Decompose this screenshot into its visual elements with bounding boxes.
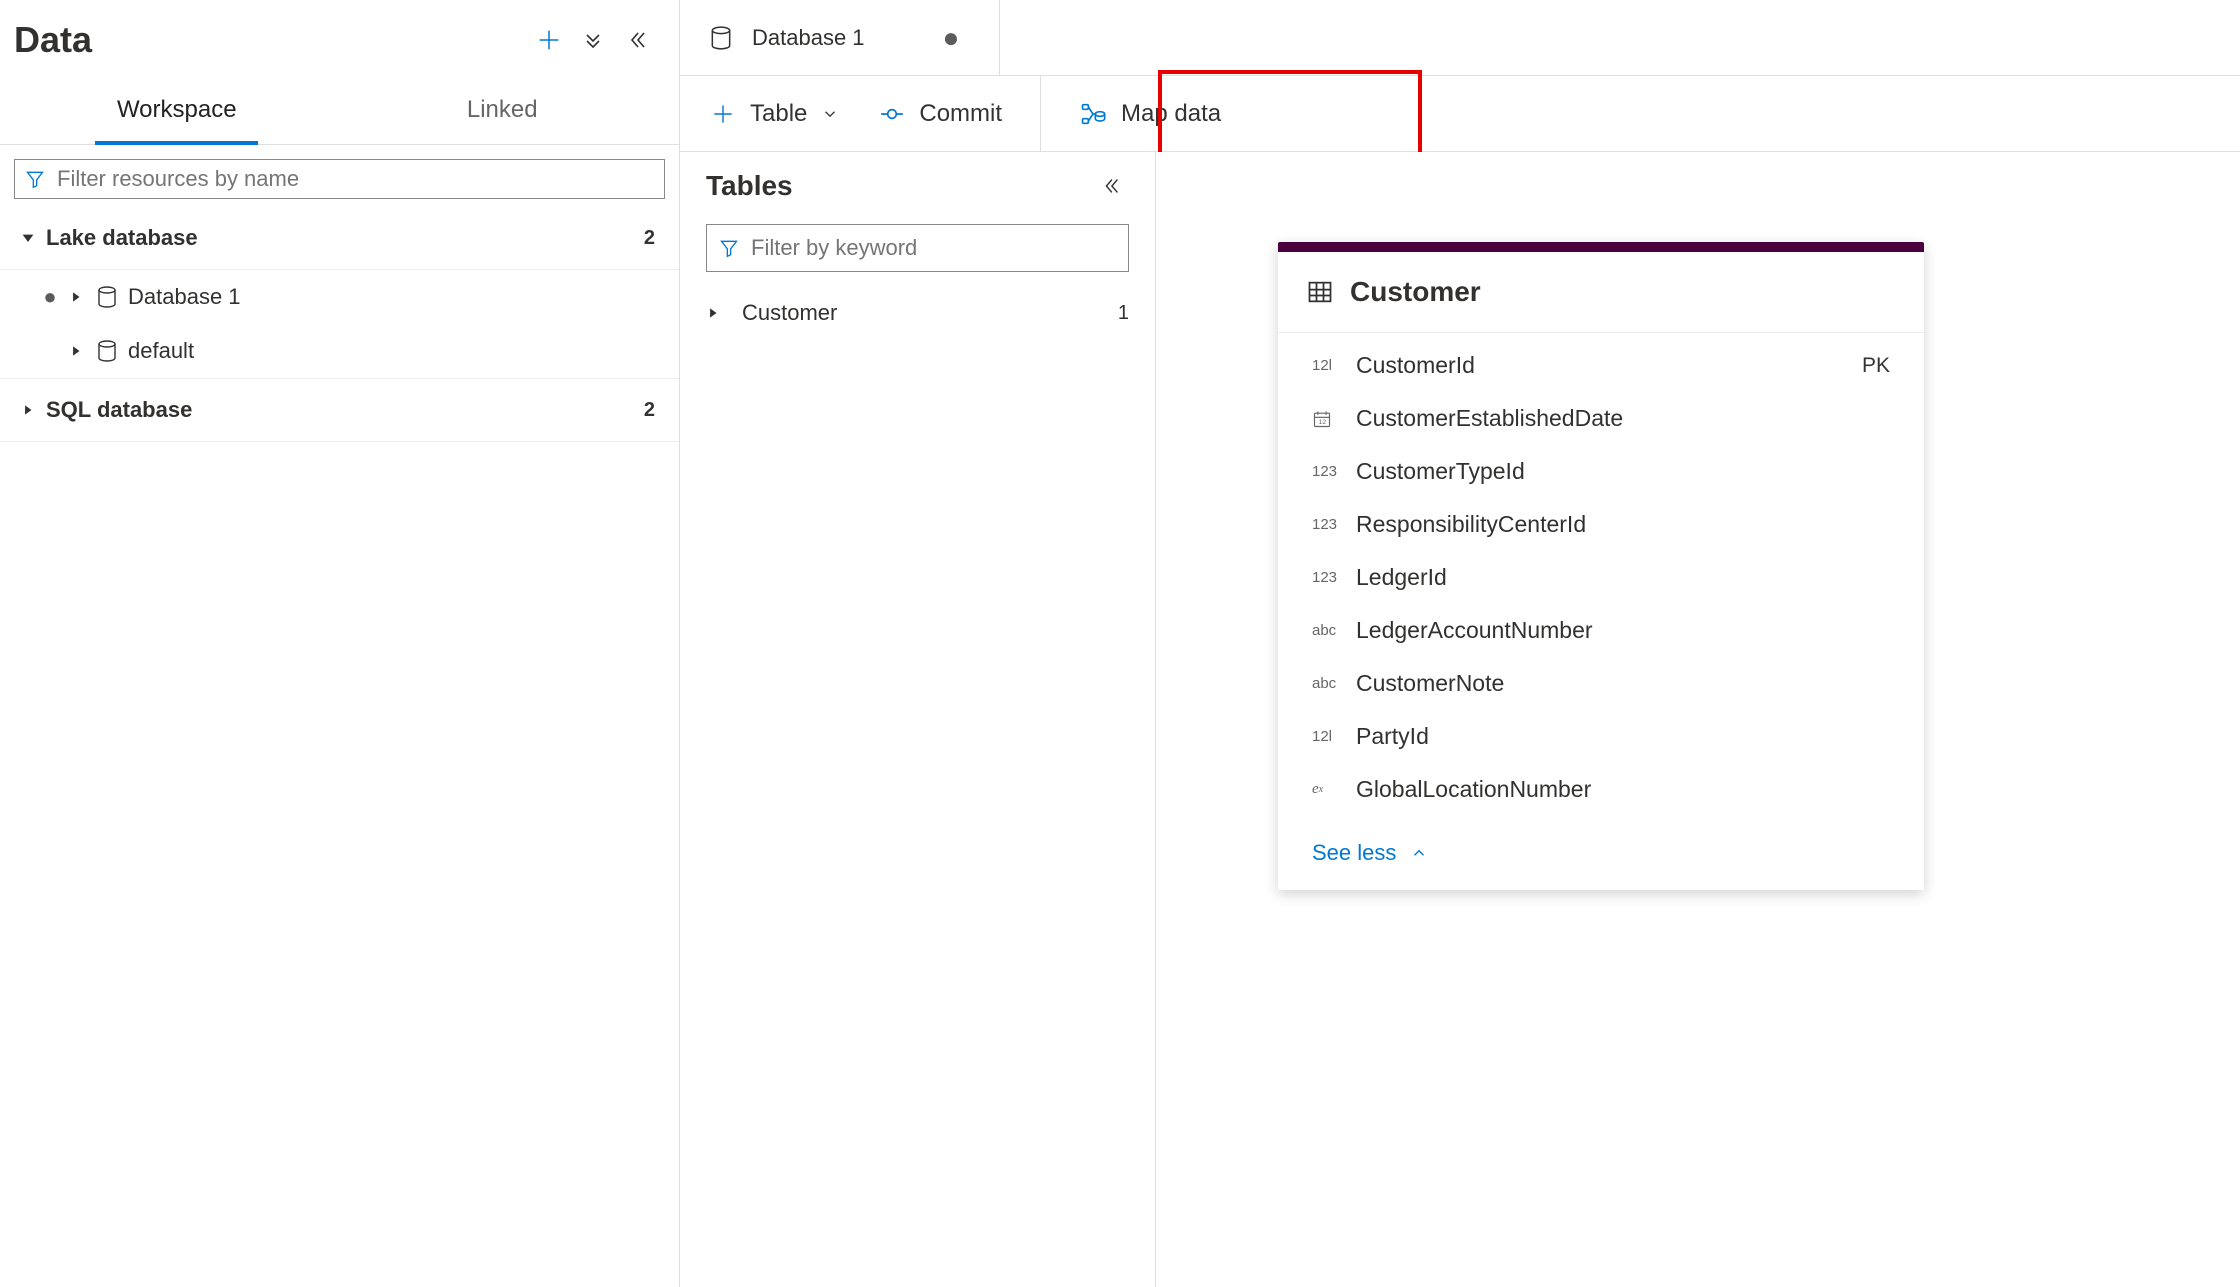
chevron-down-icon	[821, 105, 839, 123]
tab-linked[interactable]: Linked	[340, 82, 666, 144]
caret-right-icon	[62, 344, 90, 358]
tables-list: Customer 1	[680, 280, 1155, 346]
table-icon	[1306, 278, 1334, 306]
column-row[interactable]: 123 ResponsibilityCenterId	[1278, 498, 1924, 551]
entity-columns: 12l CustomerId PK 12 CustomerEstablished…	[1278, 333, 1924, 822]
collapse-sidebar-button[interactable]	[615, 18, 659, 62]
tables-panel: Tables Customer	[680, 152, 1156, 1287]
caret-right-icon	[14, 403, 42, 417]
chevron-up-icon	[1410, 844, 1428, 862]
filter-icon	[719, 238, 739, 258]
sidebar-tabs: Workspace Linked	[0, 82, 679, 145]
tree-group-label: Lake database	[42, 225, 644, 251]
document-tabstrip: Database 1 ●	[680, 0, 2240, 76]
resource-tree: Lake database 2 ● Database 1 default	[0, 207, 679, 442]
plus-icon	[535, 26, 563, 54]
sidebar-title: Data	[14, 19, 527, 61]
column-row[interactable]: 123 CustomerTypeId	[1278, 445, 1924, 498]
expand-all-button[interactable]	[571, 18, 615, 62]
type-bigint-icon: 12l	[1312, 728, 1356, 745]
type-int-icon: 123	[1312, 569, 1356, 586]
editor-main: Database 1 ● Table Commit	[680, 0, 2240, 1287]
type-bigint-icon: 12l	[1312, 357, 1356, 374]
database-icon	[708, 25, 734, 51]
caret-right-icon	[706, 306, 736, 320]
command-bar: Table Commit Map data	[680, 76, 2240, 152]
commit-icon	[879, 101, 905, 127]
filter-resources-box[interactable]	[14, 159, 665, 199]
see-less-toggle[interactable]: See less	[1278, 822, 1924, 890]
tree-group-label: SQL database	[42, 397, 644, 423]
tree-group-count: 2	[644, 399, 655, 422]
tables-panel-header: Tables	[680, 158, 1155, 216]
double-chevron-left-icon	[625, 28, 649, 52]
commit-button[interactable]: Commit	[871, 94, 1010, 134]
svg-text:12: 12	[1319, 419, 1327, 426]
entity-card-customer[interactable]: Customer 12l CustomerId PK 12 CustomerEs…	[1278, 242, 1924, 890]
primary-key-badge: PK	[1862, 354, 1890, 378]
filter-tables-input[interactable]	[751, 235, 1116, 261]
filter-resources-input[interactable]	[57, 166, 654, 192]
tree-group-sql[interactable]: SQL database 2	[0, 379, 679, 442]
map-data-button[interactable]: Map data	[1071, 94, 1229, 134]
entity-name: Customer	[1350, 276, 1481, 308]
map-data-icon	[1079, 100, 1107, 128]
type-string-icon: abc	[1312, 622, 1356, 639]
tree-group-count: 2	[644, 227, 655, 250]
entity-card-header: Customer	[1278, 252, 1924, 333]
tables-panel-title: Tables	[706, 170, 1093, 202]
type-int-icon: 123	[1312, 516, 1356, 533]
double-chevron-down-icon	[581, 28, 605, 52]
type-expr-icon: ex	[1312, 781, 1356, 798]
sidebar-header: Data	[0, 18, 679, 82]
double-chevron-left-icon	[1100, 175, 1122, 197]
new-table-button[interactable]: Table	[702, 94, 847, 134]
add-button[interactable]	[527, 18, 571, 62]
tables-row-customer[interactable]: Customer 1	[680, 286, 1155, 340]
document-tab-database-1[interactable]: Database 1 ●	[680, 0, 1000, 75]
column-row[interactable]: ex GlobalLocationNumber	[1278, 763, 1924, 816]
column-row[interactable]: 123 LedgerId	[1278, 551, 1924, 604]
caret-down-icon	[14, 230, 42, 246]
plus-icon	[710, 101, 736, 127]
filter-tables-box[interactable]	[706, 224, 1129, 272]
database-icon	[90, 339, 124, 363]
type-int-icon: 123	[1312, 463, 1356, 480]
tree-item-default[interactable]: default	[0, 324, 679, 379]
tables-filter	[680, 216, 1155, 280]
toolbar-divider	[1040, 76, 1041, 151]
tab-workspace[interactable]: Workspace	[14, 82, 340, 144]
tree-group-lake[interactable]: Lake database 2	[0, 207, 679, 270]
data-sidebar: Data Workspace Linked Lake database 2	[0, 0, 680, 1287]
document-tab-title: Database 1	[752, 25, 865, 51]
column-row[interactable]: 12l CustomerId PK	[1278, 339, 1924, 392]
collapse-tables-panel-button[interactable]	[1093, 168, 1129, 204]
column-row[interactable]: abc CustomerNote	[1278, 657, 1924, 710]
designer-canvas[interactable]: Customer 12l CustomerId PK 12 CustomerEs…	[1156, 152, 2240, 1287]
filter-icon	[25, 169, 45, 189]
dirty-dot-icon: ●	[883, 24, 960, 52]
type-string-icon: abc	[1312, 675, 1356, 692]
sidebar-filter	[0, 145, 679, 207]
dirty-dot-icon: ●	[38, 284, 62, 310]
column-row[interactable]: abc LedgerAccountNumber	[1278, 604, 1924, 657]
database-icon	[90, 285, 124, 309]
caret-right-icon	[62, 290, 90, 304]
type-date-icon: 12	[1312, 409, 1356, 429]
tree-item-database-1[interactable]: ● Database 1	[0, 270, 679, 324]
column-row[interactable]: 12 CustomerEstablishedDate	[1278, 392, 1924, 445]
column-row[interactable]: 12l PartyId	[1278, 710, 1924, 763]
